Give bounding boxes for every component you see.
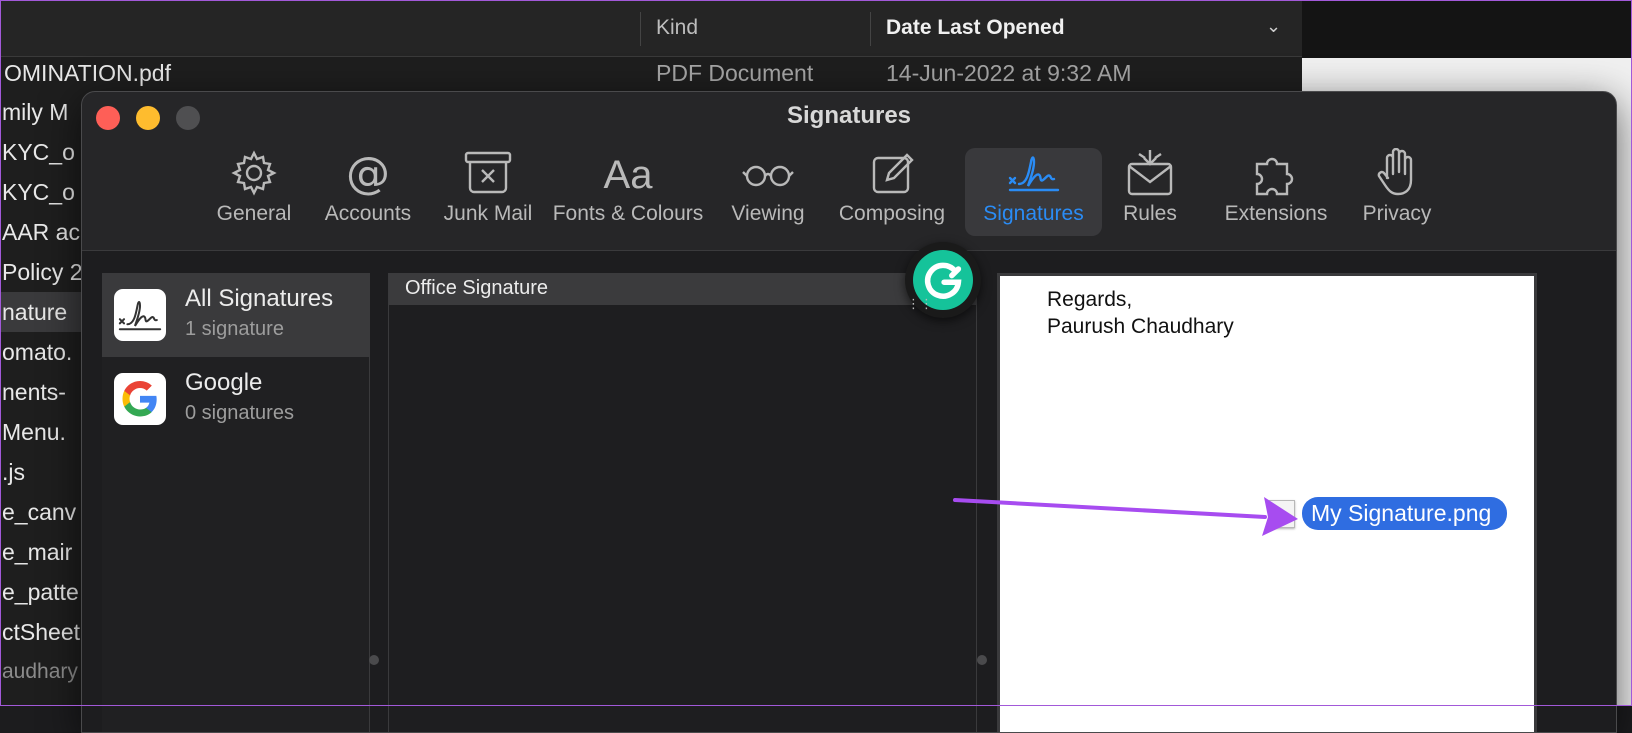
finder-list-item[interactable]: nature bbox=[0, 292, 82, 332]
column-separator bbox=[870, 12, 871, 46]
finder-file-row[interactable]: OMINATION.pdf PDF Document 14-Jun-2022 a… bbox=[0, 56, 1302, 92]
file-date: 14-Jun-2022 at 9:32 AM bbox=[886, 60, 1132, 86]
file-kind: PDF Document bbox=[656, 60, 814, 86]
finder-list-item[interactable]: ctSheet bbox=[0, 612, 82, 652]
finder-list-item[interactable]: nents- bbox=[0, 372, 82, 412]
fonts-icon: Aa bbox=[604, 153, 654, 197]
tab-label: Junk Mail bbox=[443, 202, 533, 225]
background-window-edge bbox=[1302, 0, 1632, 58]
tab-label: General bbox=[216, 202, 292, 225]
preview-text-line: Regards, bbox=[1047, 288, 1133, 311]
svg-text:Aa: Aa bbox=[604, 153, 654, 197]
finder-list-item[interactable]: e_patte bbox=[0, 572, 82, 612]
finder-list-item[interactable]: .js bbox=[0, 452, 82, 492]
finder-list-item[interactable]: e_mair bbox=[0, 532, 82, 572]
tab-label: Composing bbox=[838, 202, 946, 225]
tab-label: Accounts bbox=[324, 202, 412, 225]
finder-list-item[interactable]: omato. bbox=[0, 332, 82, 372]
puzzle-icon bbox=[1255, 157, 1294, 196]
finder-list-item[interactable]: Policy 2 bbox=[0, 252, 82, 292]
tab-extensions[interactable]: Extensions bbox=[1212, 148, 1340, 236]
accounts-list: All Signatures 1 signature Google 0 sign… bbox=[102, 273, 370, 732]
tab-label: Signatures bbox=[983, 202, 1084, 225]
tab-junk-mail[interactable]: Junk Mail bbox=[421, 148, 555, 236]
compose-icon bbox=[872, 153, 914, 194]
finder-file-list: mily M KYC_o KYC_o AAR ac Policy 2 natur… bbox=[0, 92, 82, 706]
tab-composing[interactable]: Composing bbox=[832, 148, 952, 236]
file-name: OMINATION.pdf bbox=[4, 60, 171, 86]
tab-label: Viewing bbox=[731, 202, 805, 225]
tab-signatures[interactable]: Signatures bbox=[965, 148, 1102, 236]
finder-list-item[interactable]: e_canv bbox=[0, 492, 82, 532]
tab-label: Extensions bbox=[1224, 202, 1328, 225]
hand-icon bbox=[1377, 148, 1413, 196]
tab-rules[interactable]: Rules bbox=[1100, 148, 1200, 236]
window-title: Signatures bbox=[786, 102, 912, 129]
svg-text:@: @ bbox=[346, 148, 390, 198]
tab-label: Rules bbox=[1123, 202, 1177, 225]
finder-list-item[interactable]: KYC_o bbox=[0, 132, 82, 172]
signature-count: 1 signature bbox=[185, 318, 284, 340]
signatures-window: Signatures General @ Accounts Junk Mail … bbox=[81, 91, 1617, 733]
finder-list-item[interactable]: AAR ac bbox=[0, 212, 82, 252]
resize-handle[interactable] bbox=[369, 655, 379, 665]
signature-list: Office Signature bbox=[388, 273, 977, 732]
gear-icon bbox=[231, 150, 277, 196]
signature-item-office[interactable]: Office Signature bbox=[389, 273, 976, 305]
tab-label: Privacy bbox=[1362, 202, 1432, 225]
tab-accounts[interactable]: @ Accounts bbox=[304, 148, 432, 236]
signature-preview[interactable]: Regards, Paurush Chaudhary My Signature.… bbox=[997, 273, 1537, 732]
mail-rules-icon bbox=[1127, 150, 1173, 196]
file-name-label: My Signature.png bbox=[1302, 497, 1508, 530]
resize-handle[interactable] bbox=[977, 655, 987, 665]
finder-list-item[interactable]: mily M bbox=[0, 92, 82, 132]
signatures-content: All Signatures 1 signature Google 0 sign… bbox=[82, 250, 1616, 732]
google-icon bbox=[114, 373, 166, 425]
signature-name: Office Signature bbox=[405, 277, 549, 299]
account-name: All Signatures bbox=[185, 285, 334, 312]
finder-list-item[interactable]: KYC_o bbox=[0, 172, 82, 212]
junk-bin-icon bbox=[464, 151, 512, 194]
signature-icon bbox=[114, 289, 166, 341]
tab-privacy[interactable]: Privacy bbox=[1344, 148, 1450, 236]
finder-list-item[interactable]: Menu. bbox=[0, 412, 82, 452]
preview-text-line: Paurush Chaudhary bbox=[1047, 315, 1234, 338]
grammarly-g-icon[interactable]: ⋮⋮ bbox=[905, 242, 981, 318]
column-date-last-opened[interactable]: Date Last Opened bbox=[886, 16, 1065, 40]
tab-general[interactable]: General bbox=[190, 148, 318, 236]
account-item-all-signatures[interactable]: All Signatures 1 signature bbox=[102, 273, 369, 357]
drag-handle-icon[interactable]: ⋮⋮ bbox=[907, 296, 933, 312]
preferences-toolbar: General @ Accounts Junk Mail Aa Fonts & … bbox=[82, 144, 1616, 240]
signature-count: 0 signatures bbox=[185, 402, 294, 424]
account-item-google[interactable]: Google 0 signatures bbox=[102, 357, 369, 441]
tab-label: Fonts & Colours bbox=[552, 202, 704, 225]
tab-fonts-colours[interactable]: Aa Fonts & Colours bbox=[542, 148, 714, 236]
finder-column-header: Kind Date Last Opened ⌄ bbox=[0, 0, 1302, 57]
column-separator bbox=[640, 12, 641, 46]
at-sign-icon: @ bbox=[346, 148, 390, 198]
glasses-icon bbox=[742, 165, 794, 187]
account-name: Google bbox=[185, 369, 263, 396]
dragged-file[interactable]: My Signature.png bbox=[1269, 497, 1508, 530]
signature-icon bbox=[1008, 156, 1059, 192]
column-kind[interactable]: Kind bbox=[656, 16, 698, 40]
image-file-icon bbox=[1269, 499, 1295, 528]
finder-user-label: audhary bbox=[2, 660, 78, 683]
tab-viewing[interactable]: Viewing bbox=[718, 148, 818, 236]
chevron-down-icon[interactable]: ⌄ bbox=[1266, 16, 1281, 37]
